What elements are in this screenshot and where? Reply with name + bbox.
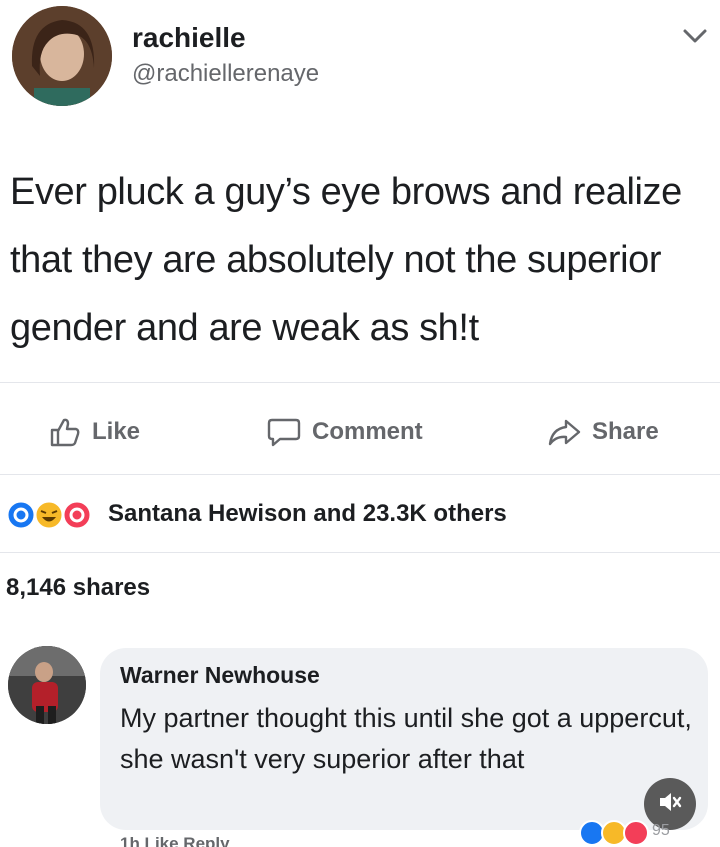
share-label: Share: [592, 418, 659, 445]
comment-author[interactable]: Warner Newhouse: [120, 662, 320, 689]
chevron-down-icon[interactable]: [680, 26, 710, 46]
like-label: Like: [92, 418, 141, 445]
speaker-muted-icon: [657, 789, 683, 820]
action-bar: Like Comment Share: [0, 400, 720, 466]
comment-icon: [266, 415, 302, 449]
comment-button[interactable]: Comment: [266, 414, 423, 450]
author-avatar[interactable]: [12, 6, 112, 106]
author-name[interactable]: rachielle: [132, 22, 246, 54]
comment-reaction-count: 95: [652, 822, 670, 839]
author-handle[interactable]: @rachiellerenaye: [132, 60, 319, 88]
shares-count[interactable]: 8,146 shares: [6, 574, 150, 602]
share-button[interactable]: Share: [546, 414, 659, 450]
divider: [0, 474, 720, 475]
love-icon: [61, 499, 93, 531]
post-text: Ever pluck a guy’s eye brows and realize…: [10, 171, 682, 349]
comment-label: Comment: [312, 418, 423, 445]
reactions-row[interactable]: Santana Hewison and 23.3K others: [0, 490, 720, 540]
comment-meta[interactable]: 1h Like Reply: [120, 834, 230, 847]
reactions-summary[interactable]: Santana Hewison and 23.3K others: [108, 500, 507, 528]
divider: [0, 552, 720, 553]
commenter-avatar[interactable]: [8, 646, 86, 724]
comment-text: My partner thought this until she got a …: [120, 703, 692, 774]
share-icon: [546, 415, 582, 449]
comment-reactions[interactable]: 95: [578, 818, 708, 847]
reaction-icons: [4, 498, 104, 532]
like-button[interactable]: Like: [48, 414, 140, 450]
post-header: rachielle @rachiellerenaye: [0, 0, 720, 120]
like-icon: [5, 499, 37, 531]
thumbs-up-icon: [48, 415, 82, 449]
haha-icon: [33, 499, 65, 531]
divider: [0, 382, 720, 383]
